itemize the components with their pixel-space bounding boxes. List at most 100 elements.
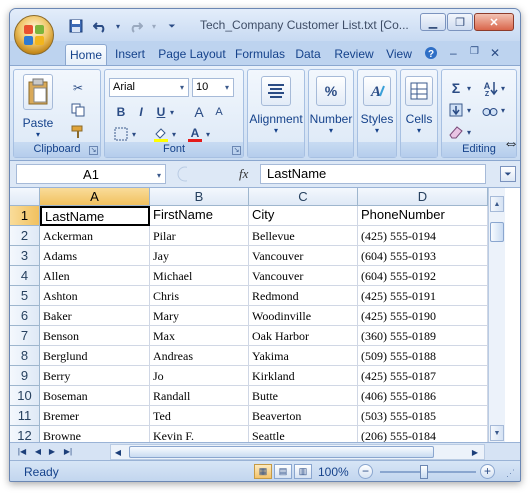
clear-dropdown-icon[interactable]: ▾ — [464, 122, 474, 142]
zoom-slider-track[interactable] — [380, 471, 476, 473]
vertical-scrollbar[interactable]: ▲ ▼ — [488, 188, 505, 442]
cell-a10[interactable]: Boseman — [40, 386, 150, 406]
column-header-a[interactable]: A — [40, 188, 150, 206]
grow-font-button[interactable]: A — [189, 102, 209, 122]
cell-d3[interactable]: (604) 555-0193 — [358, 246, 488, 266]
minimize-icon[interactable]: ▁ — [420, 13, 446, 31]
cell-c2[interactable]: Bellevue — [249, 226, 358, 246]
cell-b4[interactable]: Michael — [150, 266, 249, 286]
cell-b9[interactable]: Jo — [150, 366, 249, 386]
font-name-combo[interactable]: Arial ▾ — [109, 78, 189, 97]
cell-d9[interactable]: (425) 555-0187 — [358, 366, 488, 386]
horizontal-scrollbar[interactable]: ◀ ▶ — [110, 444, 485, 460]
sort-filter-icon[interactable]: AZ — [480, 78, 500, 98]
prev-sheet-icon[interactable]: ◀ — [32, 445, 44, 458]
insert-function-icon[interactable]: fx — [239, 166, 248, 182]
help-icon[interactable]: ? — [424, 46, 438, 63]
tab-formulas[interactable]: Formulas — [233, 44, 287, 65]
cell-b8[interactable]: Andreas — [150, 346, 249, 366]
first-sheet-icon[interactable]: |◀ — [16, 445, 28, 458]
row-header[interactable]: 10 — [10, 386, 40, 406]
cell-c6[interactable]: Woodinville — [249, 306, 358, 326]
row-header[interactable]: 5 — [10, 286, 40, 306]
row-header[interactable]: 3 — [10, 246, 40, 266]
cell-a12[interactable]: Browne — [40, 426, 150, 442]
expand-formula-bar-icon[interactable]: ⏷ — [500, 166, 516, 182]
workbook-restore-icon[interactable]: ❐ — [470, 46, 479, 57]
group-number[interactable]: % Number ▾ — [308, 69, 354, 158]
cell-d11[interactable]: (503) 555-0185 — [358, 406, 488, 426]
row-header[interactable]: 6 — [10, 306, 40, 326]
cell-b11[interactable]: Ted — [150, 406, 249, 426]
paste-button[interactable]: Paste ▾ — [17, 74, 59, 139]
formula-input[interactable]: LastName — [260, 164, 486, 184]
cell-c8[interactable]: Yakima — [249, 346, 358, 366]
cell-a3[interactable]: Adams — [40, 246, 150, 266]
cell-a11[interactable]: Bremer — [40, 406, 150, 426]
restore-icon[interactable]: ❐ — [447, 13, 473, 31]
tab-home[interactable]: Home — [65, 44, 107, 65]
fill-dropdown-icon[interactable]: ▾ — [464, 100, 474, 120]
tab-insert[interactable]: Insert — [110, 44, 150, 65]
tab-review[interactable]: Review — [332, 44, 376, 65]
group-cells[interactable]: Cells ▾ — [400, 69, 438, 158]
workbook-close-icon[interactable]: ✕ — [490, 46, 500, 60]
cell-d12[interactable]: (206) 555-0184 — [358, 426, 488, 442]
cell-b6[interactable]: Mary — [150, 306, 249, 326]
row-header[interactable]: 1 — [10, 206, 40, 226]
cell-a2[interactable]: Ackerman — [40, 226, 150, 246]
cell-b1[interactable]: FirstName — [150, 206, 249, 226]
undo-icon[interactable] — [90, 17, 110, 35]
fill-color-icon[interactable] — [151, 124, 171, 144]
cell-a9[interactable]: Berry — [40, 366, 150, 386]
scroll-left-icon[interactable]: ◀ — [112, 446, 124, 459]
name-box[interactable]: A1 — [16, 164, 166, 184]
bold-button[interactable]: B — [111, 102, 131, 122]
zoom-slider-thumb[interactable] — [420, 465, 428, 479]
cell-d8[interactable]: (509) 555-0188 — [358, 346, 488, 366]
scroll-up-icon[interactable]: ▲ — [490, 196, 504, 212]
italic-button[interactable]: I — [131, 102, 151, 122]
cell-d1[interactable]: PhoneNumber — [358, 206, 488, 226]
clipboard-launcher-icon[interactable]: ↘ — [89, 146, 98, 155]
cell-a7[interactable]: Benson — [40, 326, 150, 346]
autosum-button[interactable]: Σ — [446, 78, 466, 98]
font-launcher-icon[interactable]: ↘ — [232, 146, 241, 155]
font-size-dropdown-icon[interactable]: ▾ — [221, 79, 233, 96]
underline-dropdown-icon[interactable]: ▾ — [167, 102, 177, 122]
row-header[interactable]: 7 — [10, 326, 40, 346]
ribbon-minimize-icon[interactable]: – — [450, 46, 457, 60]
column-header-b[interactable]: B — [150, 188, 249, 206]
find-select-dropdown-icon[interactable]: ▾ — [498, 100, 508, 120]
row-header[interactable]: 11 — [10, 406, 40, 426]
scroll-down-icon[interactable]: ▼ — [490, 425, 504, 441]
page-layout-view-icon[interactable]: ▤ — [274, 464, 292, 479]
cell-a4[interactable]: Allen — [40, 266, 150, 286]
resize-grip-icon[interactable]: ⋰ — [506, 468, 518, 480]
zoom-in-button[interactable]: + — [480, 464, 495, 479]
cell-c12[interactable]: Seattle — [249, 426, 358, 442]
vertical-scroll-thumb[interactable] — [490, 222, 504, 242]
redo-dropdown-icon[interactable]: ▾ — [150, 17, 158, 35]
cell-c7[interactable]: Oak Harbor — [249, 326, 358, 346]
group-alignment[interactable]: Alignment ▾ — [247, 69, 305, 158]
customize-toolbar-icon[interactable]: ⏷ — [162, 17, 182, 35]
column-header-c[interactable]: C — [249, 188, 358, 206]
cell-d6[interactable]: (425) 555-0190 — [358, 306, 488, 326]
page-break-view-icon[interactable]: ▥ — [294, 464, 312, 479]
cells-button[interactable]: Cells ▾ — [401, 76, 437, 135]
last-sheet-icon[interactable]: ▶| — [62, 445, 74, 458]
normal-view-icon[interactable]: ▦ — [254, 464, 272, 479]
cell-d7[interactable]: (360) 555-0189 — [358, 326, 488, 346]
copy-icon[interactable] — [68, 100, 88, 120]
cell-c10[interactable]: Butte — [249, 386, 358, 406]
cut-icon[interactable]: ✂ — [68, 78, 88, 98]
row-header[interactable]: 8 — [10, 346, 40, 366]
cell-c4[interactable]: Vancouver — [249, 266, 358, 286]
tab-page-layout[interactable]: Page Layout — [156, 44, 228, 65]
number-button[interactable]: % Number ▾ — [309, 76, 353, 135]
cell-c9[interactable]: Kirkland — [249, 366, 358, 386]
borders-dropdown-icon[interactable]: ▾ — [129, 124, 139, 144]
save-icon[interactable] — [66, 17, 86, 35]
row-header[interactable]: 4 — [10, 266, 40, 286]
